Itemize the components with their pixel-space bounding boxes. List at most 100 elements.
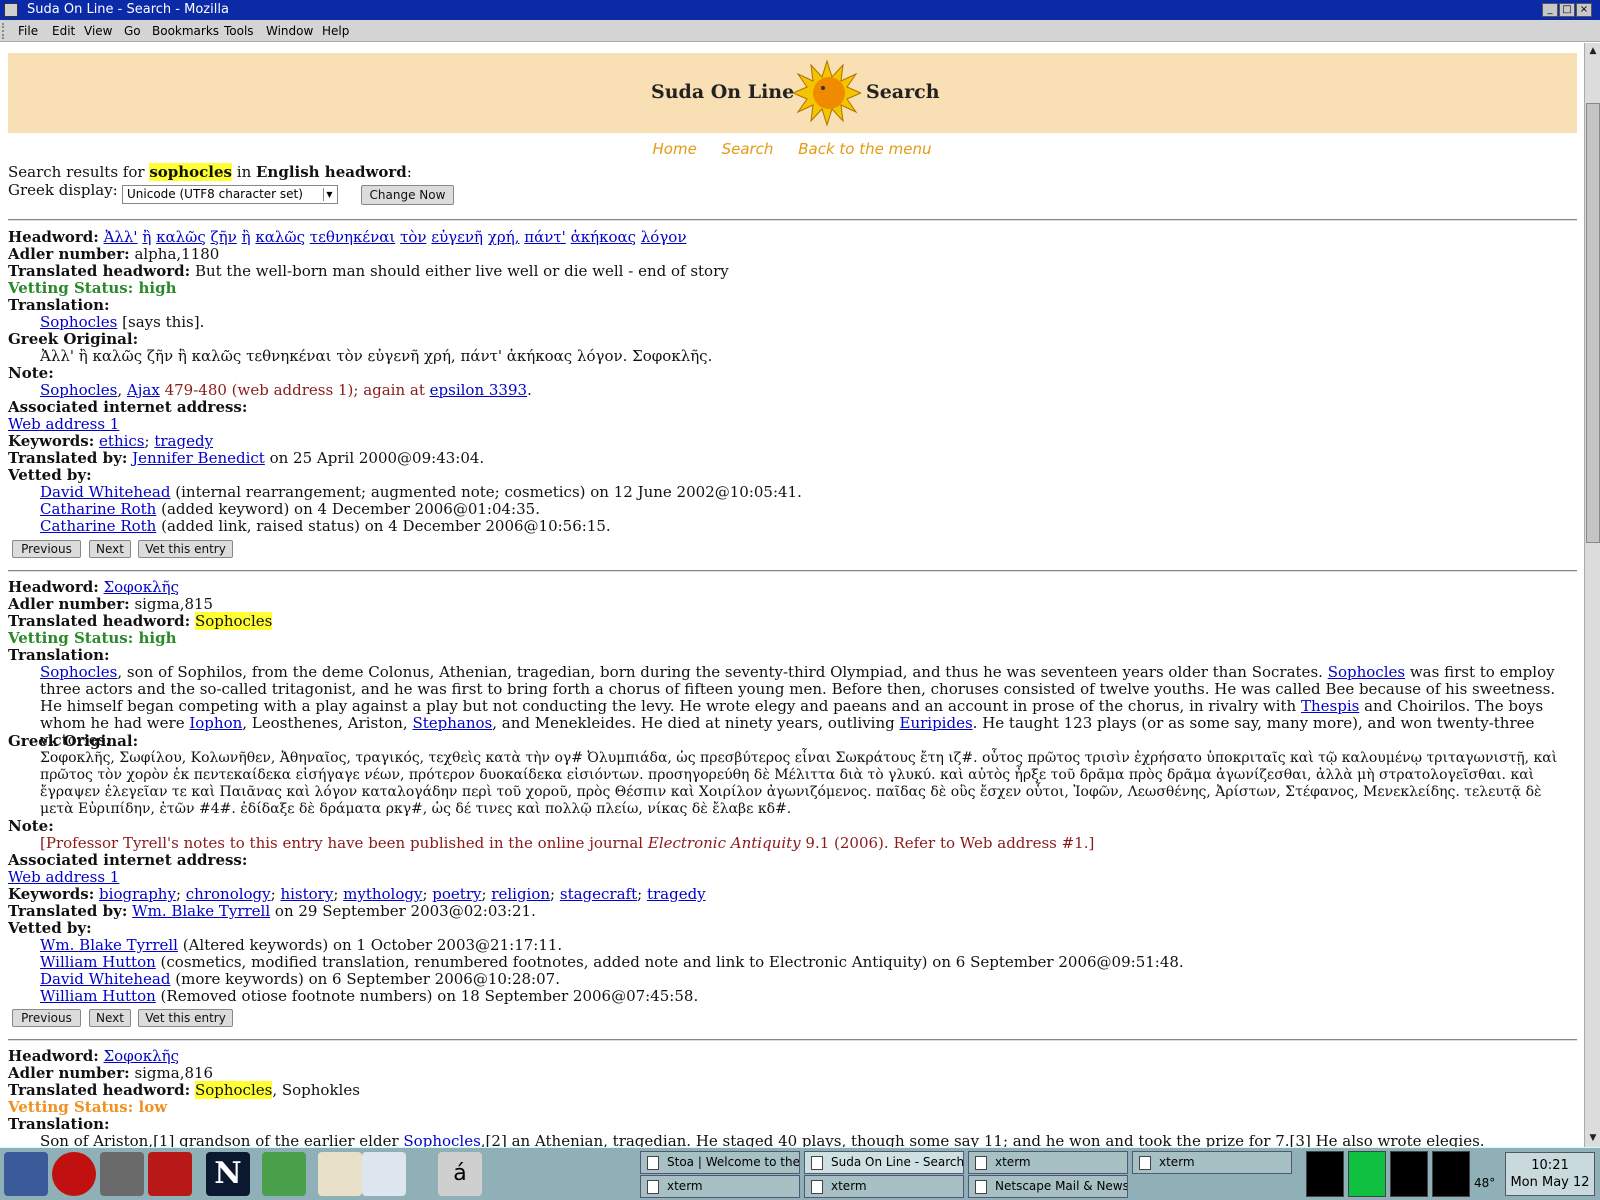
next-button[interactable]: Next bbox=[89, 1009, 131, 1027]
task-netscape-mail[interactable]: Netscape Mail & Newsg bbox=[968, 1175, 1128, 1198]
minimize-icon[interactable]: _ bbox=[1542, 3, 1558, 17]
keyword-ethics[interactable]: ethics bbox=[99, 432, 144, 450]
keyword-stagecraft[interactable]: stagecraft bbox=[560, 885, 637, 903]
translation-link[interactable]: Sophocles bbox=[403, 1132, 480, 1147]
vetter-link[interactable]: Catharine Roth bbox=[40, 517, 156, 535]
translation-link[interactable]: Sophocles bbox=[1328, 663, 1405, 681]
menu-bookmarks[interactable]: Bookmarks bbox=[152, 24, 219, 38]
entry1-web-address-link[interactable]: Web address 1 bbox=[8, 415, 119, 433]
clock[interactable]: 10:21 Mon May 12 bbox=[1505, 1152, 1595, 1196]
greek-display-select[interactable]: Unicode (UTF8 character set) ▼ bbox=[122, 185, 338, 204]
entry3-headword-link[interactable]: Σοφοκλῆς bbox=[104, 1047, 179, 1065]
divider bbox=[8, 1039, 1577, 1041]
main-menu-icon[interactable] bbox=[4, 1152, 48, 1196]
entry2-headword-link[interactable]: Σοφοκλῆς bbox=[104, 578, 179, 596]
game-icon[interactable] bbox=[262, 1152, 306, 1196]
headword-word-link[interactable]: πάντ' bbox=[524, 228, 566, 246]
next-button[interactable]: Next bbox=[89, 540, 131, 558]
task-suda[interactable]: Suda On Line - Search - bbox=[804, 1151, 964, 1174]
close-icon[interactable]: × bbox=[1576, 3, 1592, 17]
stephanos-link[interactable]: Stephanos bbox=[412, 714, 492, 732]
translator-link[interactable]: Wm. Blake Tyrrell bbox=[132, 902, 270, 920]
note-link-epsilon[interactable]: epsilon 3393 bbox=[430, 381, 527, 399]
translator-link[interactable]: Jennifer Benedict bbox=[132, 449, 265, 467]
character-map-icon[interactable]: á bbox=[438, 1152, 482, 1196]
headword-word-link[interactable]: ἢ bbox=[242, 228, 251, 246]
previous-button[interactable]: Previous bbox=[12, 1009, 81, 1027]
headword-word-link[interactable]: Ἀλλ' bbox=[104, 228, 138, 246]
translation-link[interactable]: Sophocles bbox=[40, 663, 117, 681]
menubar-grip[interactable] bbox=[2, 23, 10, 39]
headword-word-link[interactable]: χρή, bbox=[488, 228, 520, 246]
thespis-link[interactable]: Thespis bbox=[1301, 697, 1359, 715]
sun-logo-icon bbox=[793, 59, 861, 127]
entry1-headword: Headword: Ἀλλ' ἢ καλῶς ζῆν ἢ καλῶς τεθνη… bbox=[8, 228, 687, 246]
headword-word-link[interactable]: ἢ bbox=[142, 228, 151, 246]
vetter-link[interactable]: David Whitehead bbox=[40, 483, 170, 501]
keyword-tragedy[interactable]: tragedy bbox=[154, 432, 213, 450]
menu-window[interactable]: Window bbox=[266, 24, 313, 38]
scroll-up-icon[interactable]: ▲ bbox=[1586, 44, 1600, 58]
keyword-biography[interactable]: biography bbox=[99, 885, 176, 903]
window-menu-icon[interactable] bbox=[4, 3, 18, 17]
entry1-vetter-row: Catharine Roth (added link, raised statu… bbox=[40, 517, 611, 535]
vet-entry-button[interactable]: Vet this entry bbox=[138, 1009, 233, 1027]
keyword-tragedy[interactable]: tragedy bbox=[647, 885, 706, 903]
task-xterm[interactable]: xterm bbox=[640, 1175, 800, 1198]
menu-go[interactable]: Go bbox=[124, 24, 141, 38]
keyword-mythology[interactable]: mythology bbox=[343, 885, 422, 903]
menu-tools[interactable]: Tools bbox=[224, 24, 254, 38]
scroll-down-icon[interactable]: ▼ bbox=[1586, 1131, 1600, 1145]
change-now-button[interactable]: Change Now bbox=[361, 185, 454, 205]
headword-word-link[interactable]: καλῶς bbox=[156, 228, 206, 246]
vetter-link[interactable]: David Whitehead bbox=[40, 970, 170, 988]
previous-button[interactable]: Previous bbox=[12, 540, 81, 558]
nav-home[interactable]: Home bbox=[653, 140, 697, 158]
headword-word-link[interactable]: εὐγενῆ bbox=[431, 228, 483, 246]
task-xterm[interactable]: xterm bbox=[1132, 1151, 1292, 1174]
menu-help[interactable]: Help bbox=[322, 24, 349, 38]
task-stoa[interactable]: Stoa | Welcome to the S bbox=[640, 1151, 800, 1174]
note-link-ajax[interactable]: Ajax bbox=[127, 381, 160, 399]
vertical-scrollbar[interactable]: ▲ ▼ bbox=[1584, 43, 1600, 1147]
menu-view[interactable]: View bbox=[84, 24, 112, 38]
cards-icon[interactable] bbox=[318, 1152, 362, 1196]
headword-word-link[interactable]: καλῶς bbox=[255, 228, 305, 246]
redhat-icon[interactable] bbox=[52, 1152, 96, 1196]
vetter-link[interactable]: Wm. Blake Tyrrell bbox=[40, 936, 178, 954]
task-xterm[interactable]: xterm bbox=[804, 1175, 964, 1198]
note-link-sophocles[interactable]: Sophocles bbox=[40, 381, 117, 399]
entry2-greek: Σοφοκλῆς, Σωφίλου, Κολωνῆθεν, Ἀθηναῖος, … bbox=[40, 750, 1558, 817]
vet-entry-button[interactable]: Vet this entry bbox=[138, 540, 233, 558]
headword-word-link[interactable]: ζῆν bbox=[211, 228, 237, 246]
keyword-religion[interactable]: religion bbox=[491, 885, 550, 903]
euripides-link[interactable]: Euripides bbox=[900, 714, 973, 732]
nav-search[interactable]: Search bbox=[722, 140, 774, 158]
keyword-poetry[interactable]: poetry bbox=[432, 885, 481, 903]
vetter-link[interactable]: Catharine Roth bbox=[40, 500, 156, 518]
document-icon[interactable] bbox=[362, 1152, 406, 1196]
menu-file[interactable]: File bbox=[18, 24, 38, 38]
headword-word-link[interactable]: τὸν bbox=[400, 228, 426, 246]
scrollbar-thumb[interactable] bbox=[1586, 103, 1600, 543]
headword-word-link[interactable]: τεθνηκέναι bbox=[310, 228, 395, 246]
task-xterm[interactable]: xterm bbox=[968, 1151, 1128, 1174]
menu-edit[interactable]: Edit bbox=[52, 24, 75, 38]
mozilla-icon[interactable] bbox=[148, 1152, 192, 1196]
headword-word-link[interactable]: ἀκήκοας bbox=[571, 228, 636, 246]
entry2-translated-headword: Translated headword: Sophocles bbox=[8, 612, 273, 630]
keyword-chronology[interactable]: chronology bbox=[186, 885, 271, 903]
iophon-link[interactable]: Iophon bbox=[189, 714, 242, 732]
entry1-sophocles-link[interactable]: Sophocles bbox=[40, 313, 117, 331]
vetter-link[interactable]: William Hutton bbox=[40, 953, 156, 971]
nav-back-to-menu[interactable]: Back to the menu bbox=[798, 140, 931, 158]
terminal-icon[interactable] bbox=[100, 1152, 144, 1196]
maximize-icon[interactable]: □ bbox=[1559, 3, 1575, 17]
headword-word-link[interactable]: λόγον bbox=[641, 228, 687, 246]
entry2-web-address-link[interactable]: Web address 1 bbox=[8, 868, 119, 886]
netscape-icon[interactable]: N bbox=[206, 1152, 250, 1196]
entry1-headword-links[interactable]: Ἀλλ' ἢ καλῶς ζῆν ἢ καλῶς τεθνηκέναι τὸν … bbox=[104, 228, 687, 246]
entry3-headword: Headword: Σοφοκλῆς bbox=[8, 1047, 180, 1065]
vetter-link[interactable]: William Hutton bbox=[40, 987, 156, 1005]
keyword-history[interactable]: history bbox=[280, 885, 333, 903]
